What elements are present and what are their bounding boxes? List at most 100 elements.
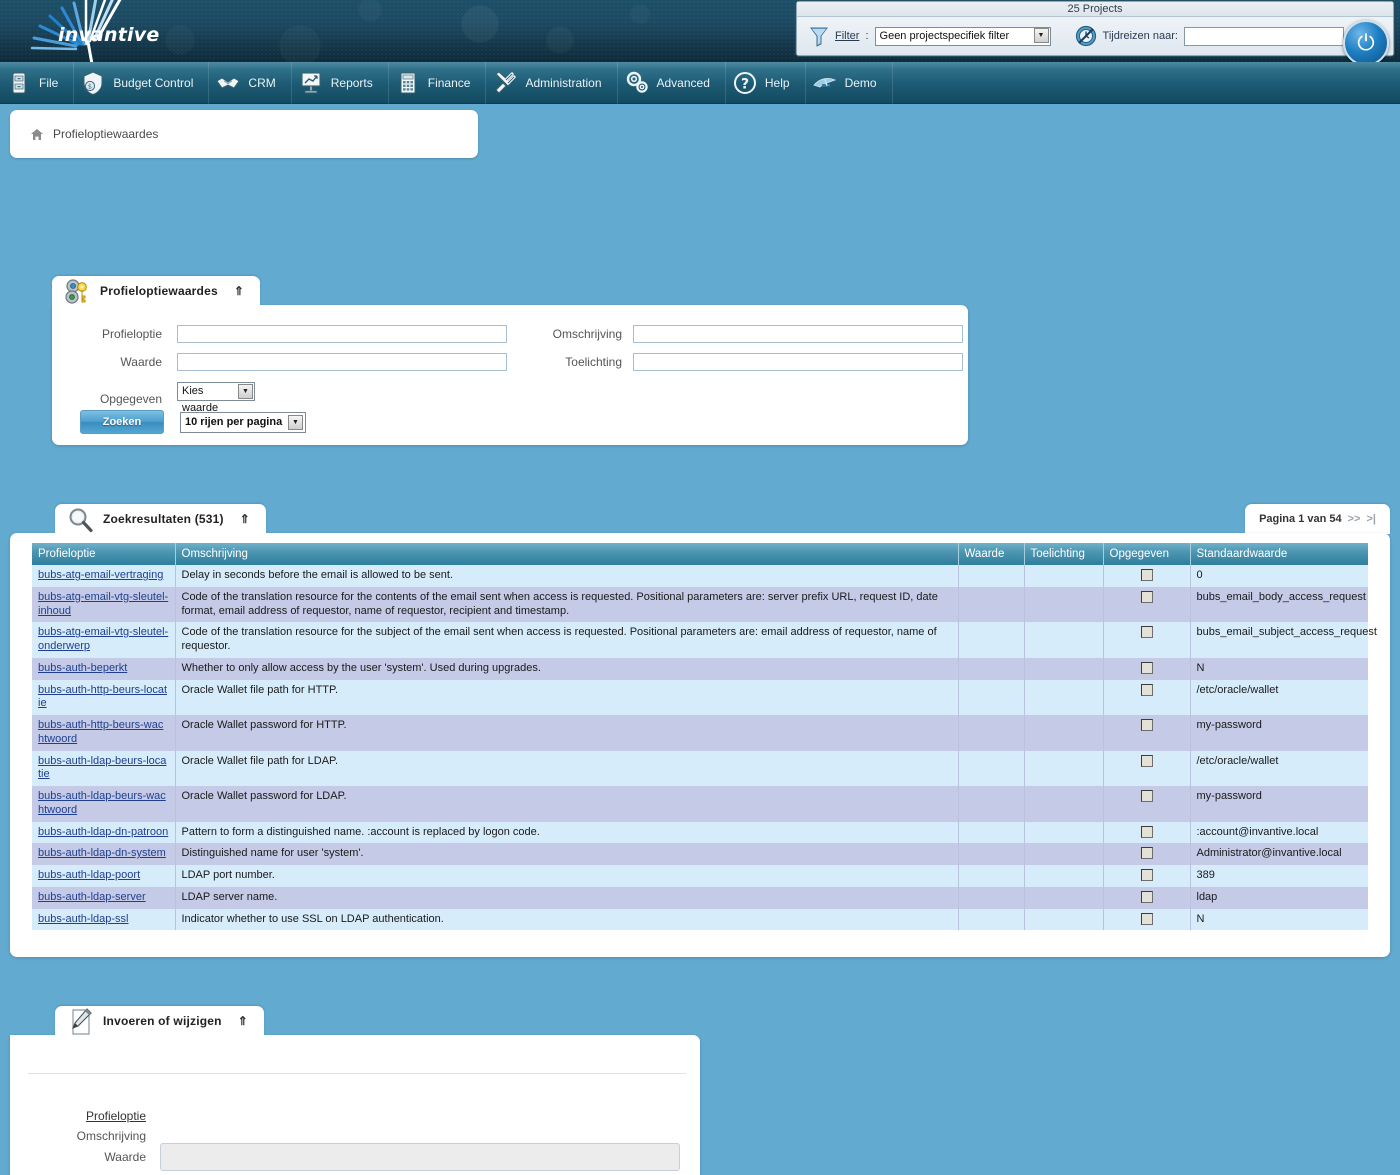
- profieloptie-link[interactable]: bubs-auth-ldap-beurs-wachtwoord: [38, 790, 166, 816]
- opgegeven-select[interactable]: Kies waarde: [177, 382, 255, 414]
- column-header-profieloptie[interactable]: Profieloptie: [32, 543, 176, 565]
- opgegeven-checkbox[interactable]: [1140, 912, 1153, 925]
- home-icon: [30, 128, 43, 141]
- opgegeven-checkbox[interactable]: [1140, 825, 1153, 838]
- table-row[interactable]: bubs-atg-email-vtg-sleutel-onderwerp Code…: [32, 622, 1377, 658]
- cell-opgegeven: [1103, 586, 1191, 623]
- project-filter-select-wrap[interactable]: Geen projectspecifiek filter ▼: [874, 26, 1051, 46]
- opgegeven-checkbox[interactable]: [1140, 719, 1153, 732]
- profieloptie-link[interactable]: bubs-atg-email-vtg-sleutel-onderwerp: [38, 626, 168, 652]
- profieloptie-link[interactable]: bubs-auth-http-beurs-locatie: [38, 684, 167, 710]
- menu-item-demo[interactable]: Demo: [806, 61, 893, 104]
- profieloptie-link[interactable]: bubs-auth-ldap-beurs-locatie: [38, 755, 166, 781]
- table-row[interactable]: bubs-atg-email-vtg-sleutel-inhoud Code of…: [32, 586, 1368, 623]
- profieloptie-input[interactable]: [177, 325, 507, 343]
- menu-item-advanced[interactable]: Advanced: [618, 61, 726, 104]
- results-panel-title: Zoekresultaten (531): [103, 512, 224, 526]
- menu-item-administration[interactable]: Administration: [486, 61, 618, 104]
- cell-opgegeven: [1103, 565, 1191, 587]
- rows-per-page-select-wrap[interactable]: 10 rijen per pagina ▼: [180, 411, 306, 433]
- field-waarde-label: Waarde: [120, 355, 162, 369]
- opgegeven-checkbox[interactable]: [1140, 590, 1153, 603]
- opgegeven-checkbox[interactable]: [1140, 661, 1153, 674]
- profieloptie-link[interactable]: bubs-auth-ldap-dn-patroon: [38, 826, 168, 838]
- menu-item-reports-label: Reports: [330, 75, 373, 90]
- column-header-waarde[interactable]: Waarde: [958, 543, 1025, 565]
- opgegeven-checkbox[interactable]: [1140, 790, 1153, 803]
- waarde-input[interactable]: [177, 353, 507, 371]
- chevron-up-icon[interactable]: ⇑: [234, 284, 244, 298]
- omschrijving-input[interactable]: [633, 325, 963, 343]
- table-row[interactable]: bubs-auth-ldap-dn-patroon Pattern to form…: [32, 821, 1368, 844]
- table-row[interactable]: bubs-auth-http-beurs-wachtwoord Oracle Wa…: [32, 715, 1368, 751]
- power-icon[interactable]: ⏻: [1343, 20, 1389, 62]
- logo-wordmark: invantive: [58, 24, 160, 46]
- cell-opgegeven: [1103, 750, 1191, 786]
- results-panel-tab[interactable]: Zoekresultaten (531) ⇑: [55, 504, 266, 534]
- opgegeven-checkbox[interactable]: [1140, 847, 1153, 860]
- opgegeven-checkbox[interactable]: [1140, 626, 1153, 639]
- opgegeven-checkbox[interactable]: [1140, 890, 1153, 903]
- menu-item-help[interactable]: ? Help: [726, 61, 806, 104]
- chevron-up-icon[interactable]: ⇑: [240, 512, 250, 526]
- opgegeven-checkbox[interactable]: [1140, 569, 1153, 582]
- chevron-up-icon[interactable]: ⇑: [238, 1014, 248, 1028]
- pager-last-button[interactable]: >|: [1366, 513, 1376, 525]
- pager: Pagina 1 van 54 >> >|: [1245, 504, 1390, 534]
- search-panel-tab[interactable]: Profieloptiewaardes ⇑: [52, 276, 260, 306]
- edit-panel-tab[interactable]: Invoeren of wijzigen ⇑: [55, 1006, 264, 1036]
- menu-item-crm[interactable]: CRM: [209, 61, 292, 104]
- cell-toelichting: [1024, 843, 1104, 865]
- project-filter-select[interactable]: Geen projectspecifiek filter: [874, 27, 1051, 46]
- table-row[interactable]: bubs-auth-ldap-dn-system Distinguished na…: [32, 843, 1368, 865]
- filter-label[interactable]: Filter: [835, 30, 859, 42]
- table-row[interactable]: bubs-auth-ldap-beurs-wachtwoord Oracle Wa…: [32, 786, 1368, 822]
- opgegeven-checkbox[interactable]: [1140, 754, 1153, 767]
- menu-item-reports[interactable]: Reports: [292, 61, 389, 104]
- rows-per-page-select[interactable]: 10 rijen per pagina: [180, 411, 306, 433]
- breadcrumb-text[interactable]: Profieloptiewaardes: [53, 127, 158, 141]
- opgegeven-checkbox[interactable]: [1140, 869, 1153, 882]
- results-panel: Zoekresultaten (531) ⇑ Pagina 1 van 54 >…: [10, 504, 1390, 957]
- profieloptie-link[interactable]: bubs-auth-beperkt: [38, 662, 127, 674]
- cell-toelichting: [1024, 786, 1104, 822]
- menu-item-finance[interactable]: Finance: [389, 61, 487, 104]
- cell-toelichting: [1024, 886, 1104, 909]
- table-row[interactable]: bubs-auth-http-beurs-locatie Oracle Walle…: [32, 679, 1368, 715]
- column-header-standaardwaarde[interactable]: Standaardwaarde: [1190, 543, 1368, 565]
- table-row[interactable]: bubs-atg-email-vertraging Delay in second…: [32, 565, 1368, 587]
- cell-waarde: [958, 565, 1025, 587]
- profieloptie-link[interactable]: bubs-auth-http-beurs-wachtwoord: [38, 719, 163, 745]
- table-row[interactable]: bubs-auth-ldap-poort LDAP port number. 389: [32, 865, 1368, 887]
- zoeken-button[interactable]: Zoeken: [80, 410, 164, 434]
- cell-omschrijving: Delay in seconds before the email is all…: [175, 565, 959, 587]
- menu-item-file-label: File: [39, 75, 59, 90]
- table-row[interactable]: bubs-auth-ldap-server LDAP server name. ld…: [32, 886, 1368, 909]
- timetravel-input[interactable]: [1183, 26, 1344, 46]
- profieloptie-link[interactable]: bubs-atg-email-vertraging: [38, 569, 163, 581]
- column-header-omschrijving[interactable]: Omschrijving: [175, 543, 959, 565]
- edit-label-profieloptie[interactable]: Profieloptie: [10, 1109, 146, 1123]
- handshake-icon: [215, 70, 241, 96]
- table-row[interactable]: bubs-auth-ldap-beurs-locatie Oracle Walle…: [32, 750, 1368, 786]
- menu-item-file[interactable]: File: [0, 61, 75, 104]
- field-opgegeven-label: Opgegeven: [99, 392, 162, 406]
- profieloptie-link[interactable]: bubs-auth-ldap-server: [38, 891, 146, 903]
- toelichting-input[interactable]: [633, 353, 963, 371]
- pager-next-button[interactable]: >>: [1348, 513, 1361, 525]
- cell-standaardwaarde: N: [1190, 908, 1368, 931]
- cell-toelichting: [1024, 908, 1104, 931]
- profieloptie-link[interactable]: bubs-atg-email-vtg-sleutel-inhoud: [38, 591, 168, 617]
- table-row[interactable]: bubs-auth-ldap-ssl Indicator whether to u…: [32, 908, 1368, 931]
- opgegeven-checkbox[interactable]: [1140, 683, 1153, 696]
- column-header-toelichting[interactable]: Toelichting: [1024, 543, 1104, 565]
- profieloptie-link[interactable]: bubs-auth-ldap-ssl: [38, 913, 129, 925]
- table-row[interactable]: bubs-auth-beperkt Whether to only allow a…: [32, 657, 1368, 680]
- edit-panel-title: Invoeren of wijzigen: [103, 1014, 222, 1028]
- profieloptie-link[interactable]: bubs-auth-ldap-dn-system: [38, 847, 166, 859]
- column-header-opgegeven[interactable]: Opgegeven: [1103, 543, 1191, 565]
- menu-item-budget-control[interactable]: $ Budget Control: [74, 61, 210, 104]
- edit-input-waarde[interactable]: [160, 1143, 680, 1171]
- profieloptie-link[interactable]: bubs-auth-ldap-poort: [38, 869, 140, 881]
- cell-profieloptie: bubs-atg-email-vtg-sleutel-onderwerp: [32, 622, 176, 658]
